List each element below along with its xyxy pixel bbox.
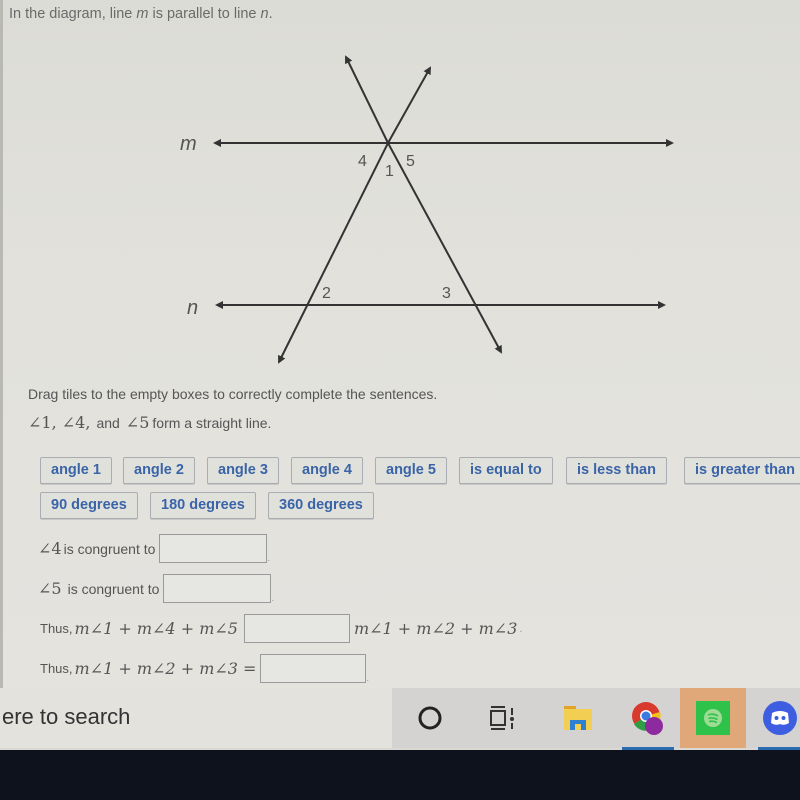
tile-angle-1[interactable]: angle 1 [40,457,112,484]
straight-line-statement: ∠1, ∠4, and ∠5 form a straight line. [28,413,271,432]
tile-angle-5[interactable]: angle 5 [375,457,447,484]
task-view-icon[interactable] [470,688,534,748]
angle-5-math: ∠5 [38,579,62,598]
discord-icon[interactable] [752,688,800,750]
angle-5: ∠5 [125,413,150,432]
sum-1-4-5: m∠1 + m∠4 + m∠5 [74,619,238,638]
tile-angle-2[interactable]: angle 2 [123,457,195,484]
tile-is-greater-than[interactable]: is greater than [684,457,800,484]
tile-180-degrees[interactable]: 180 degrees [150,492,256,519]
line-n-label: n [187,297,198,319]
taskbar-search[interactable]: ere to search [0,688,392,748]
sum-1-2-3-equals: m∠1 + m∠2 + m∠3 = [74,659,257,678]
thus-text: Thus, [40,661,73,676]
transversal-left-down [278,142,389,364]
angle-2-label: 2 [322,285,331,302]
parallel-lines-diagram: m n 4 1 5 2 3 [180,55,674,364]
monitor-bezel [0,750,800,800]
straight-line-suffix: form a straight line. [152,415,272,431]
angles-1-4: ∠1, ∠4, [28,413,91,432]
cortana-icon[interactable] [398,688,462,748]
instructions: Drag tiles to the empty boxes to correct… [28,386,438,402]
sentence-sum-total: Thus, m∠1 + m∠2 + m∠3 = . [40,654,369,683]
angle-1-label: 1 [385,163,394,180]
sentence-period: . [366,673,369,683]
angle-3-label: 3 [442,285,451,302]
drop-box-angle-5[interactable] [163,574,272,603]
tile-is-equal-to[interactable]: is equal to [459,457,553,484]
and-text: and [96,415,120,431]
sentence-angle-4: ∠4 is congruent to . [36,534,270,563]
tile-angle-3[interactable]: angle 3 [207,457,279,484]
sum-1-2-3: m∠1 + m∠2 + m∠3 [353,619,518,638]
angle-4-label: 4 [358,153,367,170]
transversal-right-down [387,142,502,354]
tile-angle-4[interactable]: angle 4 [291,457,363,484]
sentence-text: is congruent to [63,540,156,557]
sentence-text: is congruent to [67,580,160,597]
sentence-period: . [519,622,523,635]
sentence-period: . [267,553,270,563]
sentence-angle-5: ∠5 is congruent to . [36,574,274,603]
file-explorer-icon[interactable] [546,688,610,748]
transversal-left-up [387,66,431,144]
chrome-icon[interactable] [616,688,680,750]
thus-text: Thus, [40,621,73,636]
sentence-period: . [271,593,274,603]
angle-4-math: ∠4 [38,539,62,558]
angle-5-label: 5 [406,153,415,170]
drop-box-angle-4[interactable] [159,534,268,563]
transversal-right-up [345,55,389,144]
line-m-label: m [180,133,197,155]
drop-box-total[interactable] [260,654,367,683]
tile-is-less-than[interactable]: is less than [566,457,667,484]
spotify-icon[interactable] [680,688,746,748]
taskbar: ere to search [0,688,800,750]
tile-360-degrees[interactable]: 360 degrees [268,492,374,519]
drop-box-comparison[interactable] [243,614,350,643]
sentence-sum-comparison: Thus, m∠1 + m∠4 + m∠5 m∠1 + m∠2 + m∠3 . [40,614,522,643]
tile-90-degrees[interactable]: 90 degrees [40,492,138,519]
